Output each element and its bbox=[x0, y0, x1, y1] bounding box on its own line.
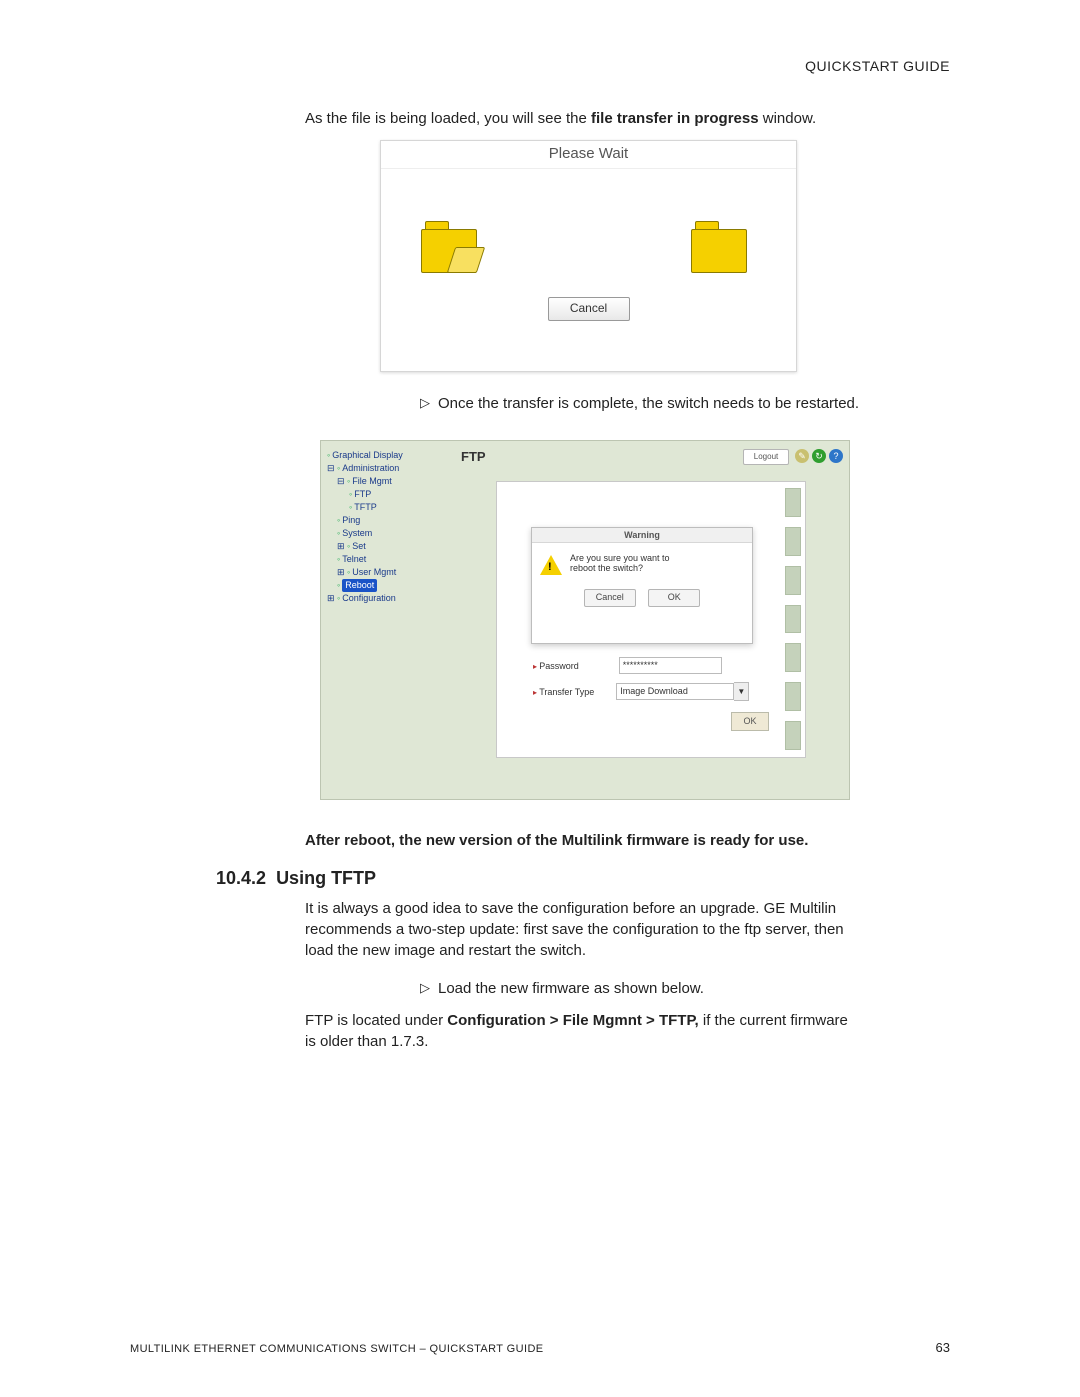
folder-open-icon bbox=[421, 229, 475, 271]
step-restart-text: Once the transfer is complete, the switc… bbox=[438, 395, 859, 412]
tree-tftp[interactable]: ◦TFTP bbox=[327, 501, 447, 514]
tree-usermgmt[interactable]: ⊞ ◦User Mgmt bbox=[327, 566, 447, 579]
para2-pre: FTP is located under bbox=[305, 1012, 447, 1029]
triangle-icon: ▷ bbox=[420, 395, 430, 411]
transfer-row: Transfer Type Image Download ▼ bbox=[533, 682, 773, 701]
document-page: QUICKSTART GUIDE As the file is being lo… bbox=[0, 0, 1080, 1397]
tree-filemgmt[interactable]: ⊟ ◦File Mgmt bbox=[327, 475, 447, 488]
transfer-label: Transfer Type bbox=[533, 687, 594, 697]
tree-ftp[interactable]: ◦FTP bbox=[327, 488, 447, 501]
triangle-icon: ▷ bbox=[420, 980, 430, 996]
please-wait-title: Please Wait bbox=[381, 141, 796, 169]
intro-post: window. bbox=[759, 110, 817, 127]
footer-title: MULTILINK ETHERNET COMMUNICATIONS SWITCH… bbox=[130, 1343, 544, 1355]
warning-ok-button[interactable]: OK bbox=[648, 589, 700, 607]
section-title: Using TFTP bbox=[276, 868, 376, 888]
tree-reboot[interactable]: ◦Reboot bbox=[327, 579, 447, 592]
ftp-heading: FTP bbox=[461, 449, 486, 464]
paragraph-2: FTP is located under Configuration > Fil… bbox=[305, 1010, 860, 1052]
tree-ping[interactable]: ◦Ping bbox=[327, 514, 447, 527]
refresh-icon[interactable]: ↻ bbox=[812, 449, 826, 463]
tree-graphical[interactable]: ◦Graphical Display bbox=[327, 449, 447, 462]
intro-line: As the file is being loaded, you will se… bbox=[305, 110, 816, 127]
toolbar-icons: ✎ ↻ ? bbox=[795, 449, 843, 463]
tree-system[interactable]: ◦System bbox=[327, 527, 447, 540]
after-reboot-note: After reboot, the new version of the Mul… bbox=[305, 832, 865, 849]
paragraph-1: It is always a good idea to save the con… bbox=[305, 898, 860, 961]
please-wait-body: Cancel bbox=[381, 169, 796, 339]
warning-title: Warning bbox=[532, 528, 752, 543]
save-icon[interactable]: ✎ bbox=[795, 449, 809, 463]
help-icon[interactable]: ? bbox=[829, 449, 843, 463]
page-number: 63 bbox=[936, 1340, 950, 1355]
tree-admin[interactable]: ⊟ ◦Administration bbox=[327, 462, 447, 475]
para2-bold: Configuration > File Mgmnt > TFTP, bbox=[447, 1012, 698, 1029]
section-heading: 10.4.2 Using TFTP bbox=[216, 868, 376, 889]
step-load-text: Load the new firmware as shown below. bbox=[438, 980, 704, 997]
page-header: QUICKSTART GUIDE bbox=[805, 58, 950, 74]
please-wait-dialog: Please Wait Cancel bbox=[380, 140, 797, 372]
step-restart: ▷ Once the transfer is complete, the swit… bbox=[420, 395, 859, 412]
tree-set[interactable]: ⊞ ◦Set bbox=[327, 540, 447, 553]
cancel-button[interactable]: Cancel bbox=[548, 297, 630, 321]
password-label: Password bbox=[533, 661, 579, 671]
nav-tree: ◦Graphical Display ⊟ ◦Administration ⊟ ◦… bbox=[327, 449, 447, 605]
section-number: 10.4.2 bbox=[216, 868, 266, 888]
stripe-decoration bbox=[785, 488, 801, 750]
intro-pre: As the file is being loaded, you will se… bbox=[305, 110, 591, 127]
warning-cancel-button[interactable]: Cancel bbox=[584, 589, 636, 607]
password-row: Password ********** bbox=[533, 657, 773, 674]
warning-dialog: Warning Are you sure you want to reboot … bbox=[531, 527, 753, 644]
chevron-down-icon[interactable]: ▼ bbox=[734, 682, 749, 701]
logout-button[interactable]: Logout bbox=[743, 449, 789, 465]
step-load-firmware: ▷ Load the new firmware as shown below. bbox=[420, 980, 704, 997]
ftp-form-panel: Warning Are you sure you want to reboot … bbox=[496, 481, 806, 758]
tree-telnet[interactable]: ◦Telnet bbox=[327, 553, 447, 566]
warning-icon bbox=[540, 555, 562, 575]
ftp-screenshot: ◦Graphical Display ⊟ ◦Administration ⊟ ◦… bbox=[320, 440, 850, 800]
tree-configuration[interactable]: ⊞ ◦Configuration bbox=[327, 592, 447, 605]
folder-closed-icon bbox=[691, 229, 745, 271]
transfer-select[interactable]: Image Download bbox=[616, 683, 734, 700]
intro-bold: file transfer in progress bbox=[591, 110, 759, 127]
warning-message: Are you sure you want to reboot the swit… bbox=[570, 553, 670, 573]
ok-button[interactable]: OK bbox=[731, 712, 769, 731]
password-input[interactable]: ********** bbox=[619, 657, 722, 674]
